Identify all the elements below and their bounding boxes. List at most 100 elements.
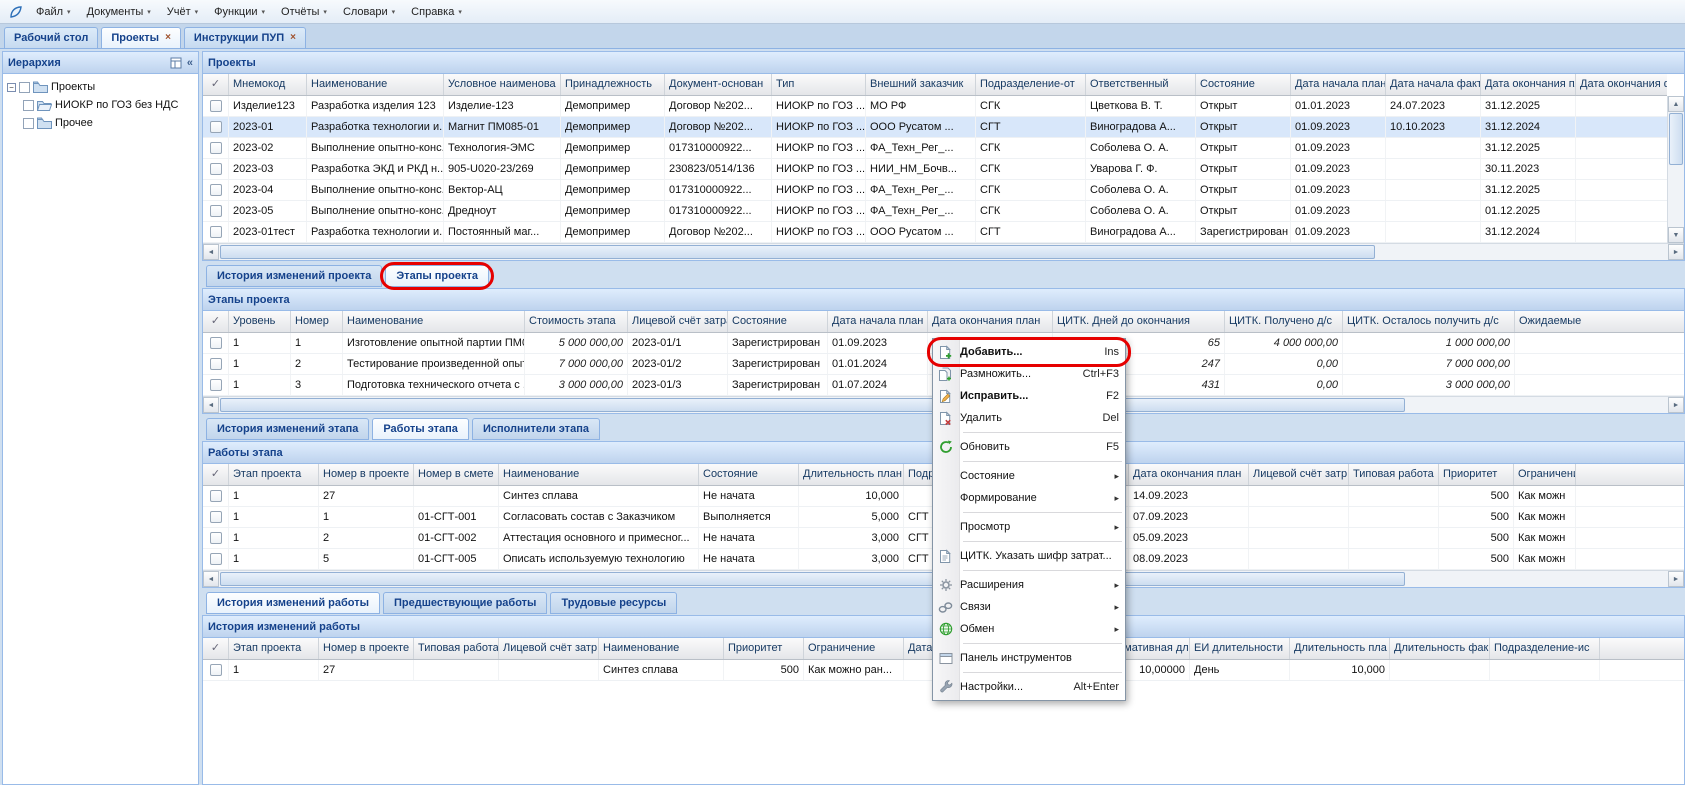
column-header-2-2[interactable]: Номер в проекте: [319, 464, 414, 485]
row-checkbox[interactable]: [203, 138, 229, 158]
column-header-0-4[interactable]: Принадлежность: [561, 74, 665, 95]
menu-item-links[interactable]: Связи▸: [933, 596, 1125, 618]
main-tab-desktop[interactable]: Рабочий стол: [4, 27, 98, 48]
column-header-0-9[interactable]: Ответственный: [1086, 74, 1196, 95]
column-header-1-7[interactable]: Дата начала план: [828, 311, 928, 332]
tree-node-1[interactable]: НИОКР по ГОЗ без НДС: [5, 96, 196, 114]
column-header-0-7[interactable]: Внешний заказчик: [866, 74, 976, 95]
scroll-left-icon[interactable]: ◄: [203, 571, 219, 587]
column-header-0-14[interactable]: Дата окончания ф: [1576, 74, 1667, 95]
table-row-0-3[interactable]: 2023-03Разработка ЭКД и РКД н...905-U020…: [203, 159, 1667, 180]
column-header-1-5[interactable]: Лицевой счёт затрат: [628, 311, 728, 332]
column-header-2-10[interactable]: Лицевой счёт затр: [1249, 464, 1349, 485]
select-all-checkbox-header[interactable]: ✓: [203, 311, 229, 332]
select-all-checkbox-header[interactable]: ✓: [203, 638, 229, 659]
menu-item-toolbar-panel[interactable]: Панель инструментов: [933, 647, 1125, 669]
column-header-0-10[interactable]: Состояние: [1196, 74, 1291, 95]
tab-stage-executors[interactable]: Исполнители этапа: [472, 418, 600, 440]
row-checkbox[interactable]: [203, 486, 229, 506]
scroll-thumb[interactable]: [220, 245, 1375, 259]
row-checkbox[interactable]: [203, 201, 229, 221]
menubar-item-2[interactable]: Учёт▾: [159, 2, 206, 22]
menu-item-extensions[interactable]: Расширения▸: [933, 574, 1125, 596]
table-row-0-4[interactable]: 2023-04Выполнение опытно-конс...Вектор-А…: [203, 180, 1667, 201]
column-header-2-6[interactable]: Длительность план▼: [799, 464, 904, 485]
menu-item-edit[interactable]: Исправить...F2: [933, 385, 1125, 407]
column-header-0-8[interactable]: Подразделение-от: [976, 74, 1086, 95]
column-header-0-6[interactable]: Тип: [772, 74, 866, 95]
scroll-right-icon[interactable]: ►: [1668, 244, 1684, 260]
column-header-3-7[interactable]: Ограничение: [804, 638, 904, 659]
tree-checkbox[interactable]: [23, 100, 34, 111]
column-header-0-5[interactable]: Документ-основан: [665, 74, 772, 95]
row-checkbox[interactable]: [203, 96, 229, 116]
scroll-thumb[interactable]: [220, 398, 1405, 412]
column-header-2-13[interactable]: Ограничение: [1514, 464, 1576, 485]
row-checkbox[interactable]: [203, 354, 229, 374]
tab-labor-resources[interactable]: Трудовые ресурсы: [550, 592, 677, 614]
select-all-checkbox-header[interactable]: ✓: [203, 74, 229, 95]
table-row-0-5[interactable]: 2023-05Выполнение опытно-конс...Дредноут…: [203, 201, 1667, 222]
column-header-3-6[interactable]: Приоритет: [724, 638, 804, 659]
horizontal-scrollbar[interactable]: ◄ ►: [203, 243, 1684, 260]
menu-item-delete[interactable]: УдалитьDel: [933, 407, 1125, 429]
menubar-item-0[interactable]: Файл▾: [28, 2, 79, 22]
column-header-2-5[interactable]: Состояние: [699, 464, 799, 485]
column-header-1-3[interactable]: Наименование: [343, 311, 525, 332]
tab-project-stages[interactable]: Этапы проекта: [385, 265, 489, 287]
scroll-down-icon[interactable]: ▼: [1668, 227, 1684, 243]
column-header-1-10[interactable]: ЦИТК. Получено д/с: [1225, 311, 1343, 332]
column-header-0-3[interactable]: Условное наименова: [444, 74, 561, 95]
row-checkbox[interactable]: [203, 375, 229, 395]
column-header-1-8[interactable]: Дата окончания план: [928, 311, 1053, 332]
column-header-1-4[interactable]: Стоимость этапа: [525, 311, 628, 332]
column-header-2-11[interactable]: Типовая работа: [1349, 464, 1439, 485]
column-header-2-12[interactable]: Приоритет: [1439, 464, 1514, 485]
select-all-checkbox-header[interactable]: ✓: [203, 464, 229, 485]
row-checkbox[interactable]: [203, 549, 229, 569]
tree-node-0[interactable]: −Проекты: [5, 78, 196, 96]
scroll-thumb[interactable]: [1669, 113, 1683, 165]
tree-expander-icon[interactable]: −: [7, 83, 16, 92]
scroll-thumb[interactable]: [220, 572, 1405, 586]
column-header-2-3[interactable]: Номер в смете: [414, 464, 499, 485]
menu-item-settings[interactable]: Настройки...Alt+Enter: [933, 676, 1125, 698]
column-header-0-13[interactable]: Дата окончания пл: [1481, 74, 1576, 95]
row-checkbox[interactable]: [203, 507, 229, 527]
tab-preceding-works[interactable]: Предшествующие работы: [383, 592, 547, 614]
column-header-1-2[interactable]: Номер: [291, 311, 343, 332]
tree-checkbox[interactable]: [23, 118, 34, 129]
column-header-3-2[interactable]: Номер в проекте: [319, 638, 414, 659]
menu-item-duplicate[interactable]: Размножить...Ctrl+F3: [933, 363, 1125, 385]
tree-checkbox[interactable]: [19, 82, 30, 93]
scroll-left-icon[interactable]: ◄: [203, 397, 219, 413]
menu-item-add[interactable]: Добавить...Ins: [933, 341, 1125, 363]
table-row-0-6[interactable]: 2023-01тестРазработка технологии и...Пос…: [203, 222, 1667, 243]
scroll-right-icon[interactable]: ►: [1668, 571, 1684, 587]
scroll-left-icon[interactable]: ◄: [203, 244, 219, 260]
column-header-3-1[interactable]: Этап проекта: [229, 638, 319, 659]
row-checkbox[interactable]: [203, 222, 229, 242]
main-tab-pup-instructions[interactable]: Инструкции ПУП×: [184, 27, 306, 48]
menu-item-status[interactable]: Состояние▸: [933, 465, 1125, 487]
tab-stage-works[interactable]: Работы этапа: [372, 418, 469, 440]
scroll-right-icon[interactable]: ►: [1668, 397, 1684, 413]
column-header-1-1[interactable]: Уровень: [229, 311, 291, 332]
row-checkbox[interactable]: [203, 333, 229, 353]
tree-node-2[interactable]: Прочее: [5, 114, 196, 132]
menubar-item-4[interactable]: Отчёты▾: [273, 2, 335, 22]
row-checkbox[interactable]: [203, 117, 229, 137]
column-header-0-11[interactable]: Дата начала план.: [1291, 74, 1386, 95]
column-header-2-4[interactable]: Наименование: [499, 464, 699, 485]
menubar-item-3[interactable]: Функции▾: [206, 2, 273, 22]
menubar-item-6[interactable]: Справка▾: [403, 2, 470, 22]
menu-item-exchange[interactable]: Обмен▸: [933, 618, 1125, 640]
column-header-0-1[interactable]: Мнемокод: [229, 74, 307, 95]
scroll-up-icon[interactable]: ▲: [1668, 96, 1684, 112]
column-header-3-10[interactable]: ЕИ длительности: [1190, 638, 1290, 659]
menu-item-formation[interactable]: Формирование▸: [933, 487, 1125, 509]
column-header-3-5[interactable]: Наименование: [599, 638, 724, 659]
column-header-0-2[interactable]: Наименование: [307, 74, 444, 95]
vertical-scrollbar[interactable]: ▲ ▼: [1667, 96, 1684, 243]
column-header-0-12[interactable]: Дата начала факт.: [1386, 74, 1481, 95]
